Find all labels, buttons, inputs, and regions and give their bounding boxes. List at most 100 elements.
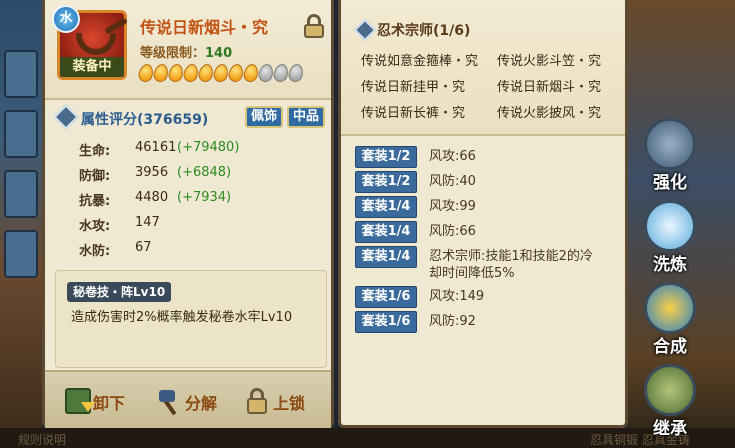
enhance-star-icon — [241, 62, 261, 84]
stat-label: 防御: — [79, 169, 111, 184]
set-bonus-badge: 套装1/6 — [355, 311, 417, 333]
stat-label: 水攻: — [79, 219, 111, 234]
set-bonus-text: 风防:92 — [429, 314, 476, 329]
enhance-stars — [136, 62, 306, 84]
stat-bonus: (+79480) — [177, 140, 240, 155]
set-item: 传说日新烟斗・究 — [497, 80, 602, 95]
background-bottom: 规则说明 忍具铜锻 忍具金铸 — [0, 428, 735, 448]
set-bonus-text: 忍术宗师:技能1和技能2的冷却时间降低5% — [429, 249, 593, 281]
axe-icon — [157, 388, 183, 416]
stat-bonus: (+6848) — [177, 165, 232, 180]
set-info-panel: 忍术宗师(1/6) 传说如意金箍棒・究 传说火影斗笠・究 传说日新挂甲・究 传说… — [338, 0, 628, 428]
set-bonus-badge: 套装1/2 — [355, 171, 417, 193]
rating-icon — [53, 104, 79, 130]
inherit-icon — [644, 364, 696, 416]
skill-description: 造成伤害时2%概率触发秘卷水牢Lv10 — [71, 310, 293, 325]
level-requirement-label: 等级限制： — [140, 46, 206, 61]
set-bonus-text: 风攻:149 — [429, 289, 485, 304]
wash-icon — [644, 200, 696, 252]
unequip-label: 卸下 — [93, 394, 126, 413]
lock-button[interactable]: 上锁 — [245, 386, 325, 416]
lock-label: 上锁 — [273, 394, 306, 413]
pipe-icon — [76, 33, 116, 55]
set-bonus-text: 风防:66 — [429, 224, 476, 239]
decompose-button[interactable]: 分解 — [157, 386, 237, 416]
water-element-badge: 水 — [52, 5, 80, 33]
unequip-icon — [65, 388, 95, 414]
set-bonus-row: 套装1/6 风防:92 — [355, 311, 621, 333]
set-item: 传说如意金箍棒・究 — [361, 54, 479, 69]
skill-title: 秘卷技・阵Lv10 — [67, 282, 172, 302]
stat-value: 3956 — [135, 165, 169, 180]
stat-value: 4480 — [135, 190, 169, 205]
strengthen-label: 强化 — [653, 173, 687, 193]
stat-label: 抗暴: — [79, 194, 111, 209]
set-bonus-badge: 套装1/4 — [355, 246, 417, 268]
set-item: 传说日新长裤・究 — [361, 106, 466, 121]
lock-icon[interactable] — [303, 14, 325, 38]
item-detail-panel: 水 装备中 传说日新烟斗・究 等级限制：140 属性评分(376659) 佩饰 … — [42, 0, 334, 428]
enhance-star-icon — [181, 62, 201, 84]
background-tile — [4, 230, 38, 278]
set-bonus-row: 套装1/2 风攻:66 — [355, 146, 621, 168]
level-requirement-value: 140 — [205, 46, 233, 61]
enhance-star-icon — [151, 62, 171, 84]
pipe-stem — [104, 17, 128, 35]
equipped-label: 装备中 — [60, 57, 124, 77]
set-item: 传说火影斗笠・究 — [497, 54, 602, 69]
set-bonus-text: 风攻:99 — [429, 199, 476, 214]
padlock-icon — [245, 388, 271, 414]
set-bonus-text: 风防:40 — [429, 174, 476, 189]
set-bonus-badge: 套装1/4 — [355, 221, 417, 243]
refine-button[interactable]: 洗炼 — [638, 200, 702, 278]
rating-label: 属性评分(376659) — [81, 112, 209, 128]
quality-tag: 中品 — [287, 106, 326, 128]
enhance-star-icon — [136, 62, 156, 84]
synthesize-label: 合成 — [653, 337, 687, 357]
decompose-label: 分解 — [185, 394, 218, 413]
synthesize-button[interactable]: 合成 — [638, 282, 702, 360]
item-icon[interactable]: 水 装备中 — [52, 5, 128, 80]
stat-value: 67 — [135, 240, 152, 255]
enhance-star-icon — [286, 62, 306, 84]
action-bar: 卸下 分解 上锁 — [45, 370, 331, 428]
background-tile — [4, 110, 38, 158]
item-header: 水 装备中 传说日新烟斗・究 等级限制：140 — [45, 0, 331, 100]
stat-value: 147 — [135, 215, 160, 230]
background-left — [0, 0, 42, 448]
set-item: 传说日新挂甲・究 — [361, 80, 466, 95]
background-tile — [4, 50, 38, 98]
background-tile — [4, 170, 38, 218]
set-title: 忍术宗师(1/6) — [377, 23, 471, 39]
enhance-star-icon — [211, 62, 231, 84]
accessory-tag: 佩饰 — [245, 106, 284, 128]
merge-icon — [644, 282, 696, 334]
inherit-label: 继承 — [653, 419, 687, 439]
set-item: 传说火影披风・究 — [497, 106, 602, 121]
enhance-star-icon — [226, 62, 246, 84]
enhance-star-icon — [196, 62, 216, 84]
set-bonus-text: 风攻:66 — [429, 149, 476, 164]
stat-label: 生命: — [79, 144, 111, 159]
set-bonus-badge: 套装1/6 — [355, 286, 417, 308]
set-bonus-badge: 套装1/2 — [355, 146, 417, 168]
hammer-icon — [644, 118, 696, 170]
rules-link[interactable]: 规则说明 — [18, 431, 66, 448]
enhance-star-icon — [271, 62, 291, 84]
stat-bonus: (+7934) — [177, 190, 232, 205]
enhance-star-icon — [256, 62, 276, 84]
set-bonus-row: 套装1/4 忍术宗师:技能1和技能2的冷却时间降低5% — [355, 246, 621, 284]
set-bonus-badge: 套装1/4 — [355, 196, 417, 218]
refine-label: 洗炼 — [653, 255, 687, 275]
set-bonus-row: 套装1/2 风防:40 — [355, 171, 621, 193]
strengthen-button[interactable]: 强化 — [638, 118, 702, 196]
enhance-star-icon — [166, 62, 186, 84]
level-requirement: 等级限制：140 — [140, 42, 232, 61]
stat-value: 46161 — [135, 140, 177, 155]
set-bonus-row: 套装1/4 风攻:99 — [355, 196, 621, 218]
unequip-button[interactable]: 卸下 — [65, 386, 145, 416]
attribute-rating: 属性评分(376659) 佩饰 中品 — [53, 104, 327, 130]
set-bonus-row: 套装1/6 风攻:149 — [355, 286, 621, 308]
inherit-button[interactable]: 继承 — [638, 364, 702, 442]
stat-label: 水防: — [79, 244, 111, 259]
